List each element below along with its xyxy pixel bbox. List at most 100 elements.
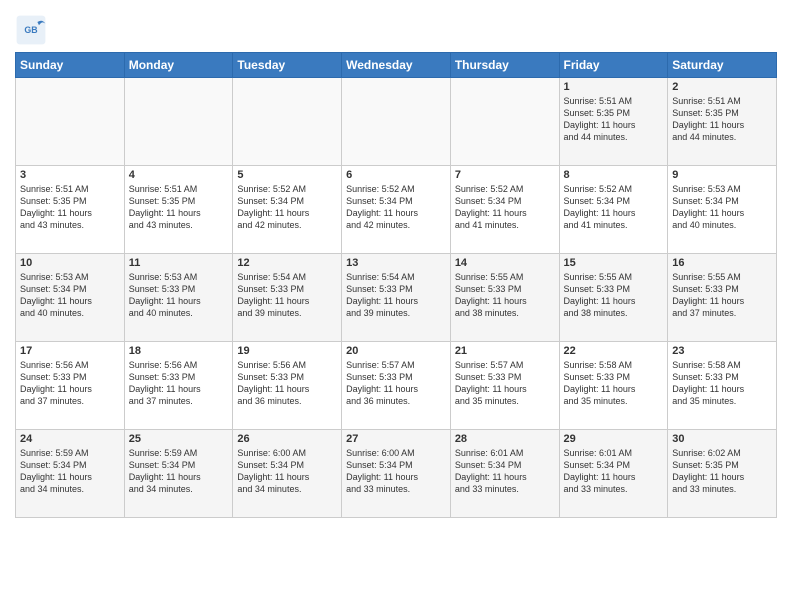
- calendar-cell: 14 Sunrise: 5:55 AM Sunset: 5:33 PM Dayli…: [450, 254, 559, 342]
- day-number: 12: [237, 257, 337, 269]
- day-number: 2: [672, 81, 772, 93]
- day-number: 27: [346, 433, 446, 445]
- day-info: Sunrise: 5:51 AM Sunset: 5:35 PM Dayligh…: [20, 183, 120, 232]
- calendar-header-monday: Monday: [124, 53, 233, 78]
- day-number: 25: [129, 433, 229, 445]
- calendar-cell: [16, 78, 125, 166]
- calendar-cell: 19 Sunrise: 5:56 AM Sunset: 5:33 PM Dayli…: [233, 342, 342, 430]
- day-info: Sunrise: 6:00 AM Sunset: 5:34 PM Dayligh…: [346, 447, 446, 496]
- day-number: 5: [237, 169, 337, 181]
- calendar-cell: 8 Sunrise: 5:52 AM Sunset: 5:34 PM Daylig…: [559, 166, 668, 254]
- calendar-week-5: 24 Sunrise: 5:59 AM Sunset: 5:34 PM Dayli…: [16, 430, 777, 518]
- calendar-cell: 3 Sunrise: 5:51 AM Sunset: 5:35 PM Daylig…: [16, 166, 125, 254]
- day-info: Sunrise: 5:53 AM Sunset: 5:33 PM Dayligh…: [129, 271, 229, 320]
- day-info: Sunrise: 5:55 AM Sunset: 5:33 PM Dayligh…: [564, 271, 664, 320]
- day-info: Sunrise: 5:58 AM Sunset: 5:33 PM Dayligh…: [564, 359, 664, 408]
- calendar-cell: 2 Sunrise: 5:51 AM Sunset: 5:35 PM Daylig…: [668, 78, 777, 166]
- calendar-cell: 20Sunrise: 5:57 AM Sunset: 5:33 PM Dayli…: [342, 342, 451, 430]
- calendar-cell: 13 Sunrise: 5:54 AM Sunset: 5:33 PM Dayli…: [342, 254, 451, 342]
- day-info: Sunrise: 5:58 AM Sunset: 5:33 PM Dayligh…: [672, 359, 772, 408]
- day-number: 19: [237, 345, 337, 357]
- day-number: 29: [564, 433, 664, 445]
- calendar-cell: 1 Sunrise: 5:51 AM Sunset: 5:35 PM Daylig…: [559, 78, 668, 166]
- calendar-cell: 9 Sunrise: 5:53 AM Sunset: 5:34 PM Daylig…: [668, 166, 777, 254]
- day-number: 17: [20, 345, 120, 357]
- calendar-cell: 6 Sunrise: 5:52 AM Sunset: 5:34 PM Daylig…: [342, 166, 451, 254]
- day-info: Sunrise: 5:56 AM Sunset: 5:33 PM Dayligh…: [237, 359, 337, 408]
- calendar-cell: 24 Sunrise: 5:59 AM Sunset: 5:34 PM Dayli…: [16, 430, 125, 518]
- calendar-header-wednesday: Wednesday: [342, 53, 451, 78]
- calendar-cell: 27 Sunrise: 6:00 AM Sunset: 5:34 PM Dayli…: [342, 430, 451, 518]
- logo-icon: GB: [15, 14, 47, 46]
- day-number: 18: [129, 345, 229, 357]
- day-info: Sunrise: 5:56 AM Sunset: 5:33 PM Dayligh…: [129, 359, 229, 408]
- calendar-cell: 28 Sunrise: 6:01 AM Sunset: 5:34 PM Dayli…: [450, 430, 559, 518]
- day-info: Sunrise: 6:01 AM Sunset: 5:34 PM Dayligh…: [564, 447, 664, 496]
- day-number: 20: [346, 345, 446, 357]
- day-info: Sunrise: 6:02 AM Sunset: 5:35 PM Dayligh…: [672, 447, 772, 496]
- calendar-cell: 29 Sunrise: 6:01 AM Sunset: 5:34 PM Dayli…: [559, 430, 668, 518]
- calendar-cell: [233, 78, 342, 166]
- day-number: 14: [455, 257, 555, 269]
- day-info: Sunrise: 5:54 AM Sunset: 5:33 PM Dayligh…: [237, 271, 337, 320]
- day-info: Sunrise: 5:51 AM Sunset: 5:35 PM Dayligh…: [564, 95, 664, 144]
- day-info: Sunrise: 5:53 AM Sunset: 5:34 PM Dayligh…: [20, 271, 120, 320]
- day-number: 24: [20, 433, 120, 445]
- calendar-week-4: 17 Sunrise: 5:56 AM Sunset: 5:33 PM Dayli…: [16, 342, 777, 430]
- day-number: 21: [455, 345, 555, 357]
- day-info: Sunrise: 6:01 AM Sunset: 5:34 PM Dayligh…: [455, 447, 555, 496]
- calendar-cell: [342, 78, 451, 166]
- calendar-cell: 17 Sunrise: 5:56 AM Sunset: 5:33 PM Dayli…: [16, 342, 125, 430]
- calendar-week-3: 10Sunrise: 5:53 AM Sunset: 5:34 PM Dayli…: [16, 254, 777, 342]
- day-info: Sunrise: 5:52 AM Sunset: 5:34 PM Dayligh…: [564, 183, 664, 232]
- day-number: 26: [237, 433, 337, 445]
- day-info: Sunrise: 5:52 AM Sunset: 5:34 PM Dayligh…: [346, 183, 446, 232]
- day-number: 7: [455, 169, 555, 181]
- calendar-cell: 12 Sunrise: 5:54 AM Sunset: 5:33 PM Dayli…: [233, 254, 342, 342]
- calendar-cell: 11Sunrise: 5:53 AM Sunset: 5:33 PM Dayli…: [124, 254, 233, 342]
- calendar-header-row: SundayMondayTuesdayWednesdayThursdayFrid…: [16, 53, 777, 78]
- day-number: 6: [346, 169, 446, 181]
- day-number: 13: [346, 257, 446, 269]
- calendar-cell: [124, 78, 233, 166]
- day-number: 4: [129, 169, 229, 181]
- calendar-cell: 5Sunrise: 5:52 AM Sunset: 5:34 PM Daylig…: [233, 166, 342, 254]
- calendar-cell: 30Sunrise: 6:02 AM Sunset: 5:35 PM Dayli…: [668, 430, 777, 518]
- calendar-cell: 7 Sunrise: 5:52 AM Sunset: 5:34 PM Daylig…: [450, 166, 559, 254]
- header: GB: [15, 10, 777, 46]
- day-info: Sunrise: 5:51 AM Sunset: 5:35 PM Dayligh…: [672, 95, 772, 144]
- day-info: Sunrise: 5:56 AM Sunset: 5:33 PM Dayligh…: [20, 359, 120, 408]
- calendar-cell: 4 Sunrise: 5:51 AM Sunset: 5:35 PM Daylig…: [124, 166, 233, 254]
- day-info: Sunrise: 5:59 AM Sunset: 5:34 PM Dayligh…: [129, 447, 229, 496]
- day-info: Sunrise: 5:54 AM Sunset: 5:33 PM Dayligh…: [346, 271, 446, 320]
- day-info: Sunrise: 5:52 AM Sunset: 5:34 PM Dayligh…: [455, 183, 555, 232]
- day-number: 1: [564, 81, 664, 93]
- calendar: SundayMondayTuesdayWednesdayThursdayFrid…: [15, 52, 777, 518]
- day-number: 8: [564, 169, 664, 181]
- calendar-cell: 25 Sunrise: 5:59 AM Sunset: 5:34 PM Dayli…: [124, 430, 233, 518]
- day-number: 15: [564, 257, 664, 269]
- day-info: Sunrise: 5:59 AM Sunset: 5:34 PM Dayligh…: [20, 447, 120, 496]
- calendar-cell: [450, 78, 559, 166]
- calendar-cell: 15 Sunrise: 5:55 AM Sunset: 5:33 PM Dayli…: [559, 254, 668, 342]
- calendar-header-tuesday: Tuesday: [233, 53, 342, 78]
- day-info: Sunrise: 5:53 AM Sunset: 5:34 PM Dayligh…: [672, 183, 772, 232]
- day-number: 3: [20, 169, 120, 181]
- day-info: Sunrise: 6:00 AM Sunset: 5:34 PM Dayligh…: [237, 447, 337, 496]
- day-number: 28: [455, 433, 555, 445]
- day-number: 16: [672, 257, 772, 269]
- calendar-week-2: 3 Sunrise: 5:51 AM Sunset: 5:35 PM Daylig…: [16, 166, 777, 254]
- page: GB SundayMondayTuesdayWednesdayThursdayF…: [0, 0, 792, 612]
- logo: GB: [15, 14, 51, 46]
- svg-text:GB: GB: [24, 25, 37, 35]
- day-info: Sunrise: 5:51 AM Sunset: 5:35 PM Dayligh…: [129, 183, 229, 232]
- day-number: 9: [672, 169, 772, 181]
- calendar-header-thursday: Thursday: [450, 53, 559, 78]
- day-info: Sunrise: 5:55 AM Sunset: 5:33 PM Dayligh…: [455, 271, 555, 320]
- calendar-header-saturday: Saturday: [668, 53, 777, 78]
- day-number: 23: [672, 345, 772, 357]
- day-info: Sunrise: 5:55 AM Sunset: 5:33 PM Dayligh…: [672, 271, 772, 320]
- calendar-cell: 18 Sunrise: 5:56 AM Sunset: 5:33 PM Dayli…: [124, 342, 233, 430]
- calendar-cell: 23 Sunrise: 5:58 AM Sunset: 5:33 PM Dayli…: [668, 342, 777, 430]
- calendar-header-sunday: Sunday: [16, 53, 125, 78]
